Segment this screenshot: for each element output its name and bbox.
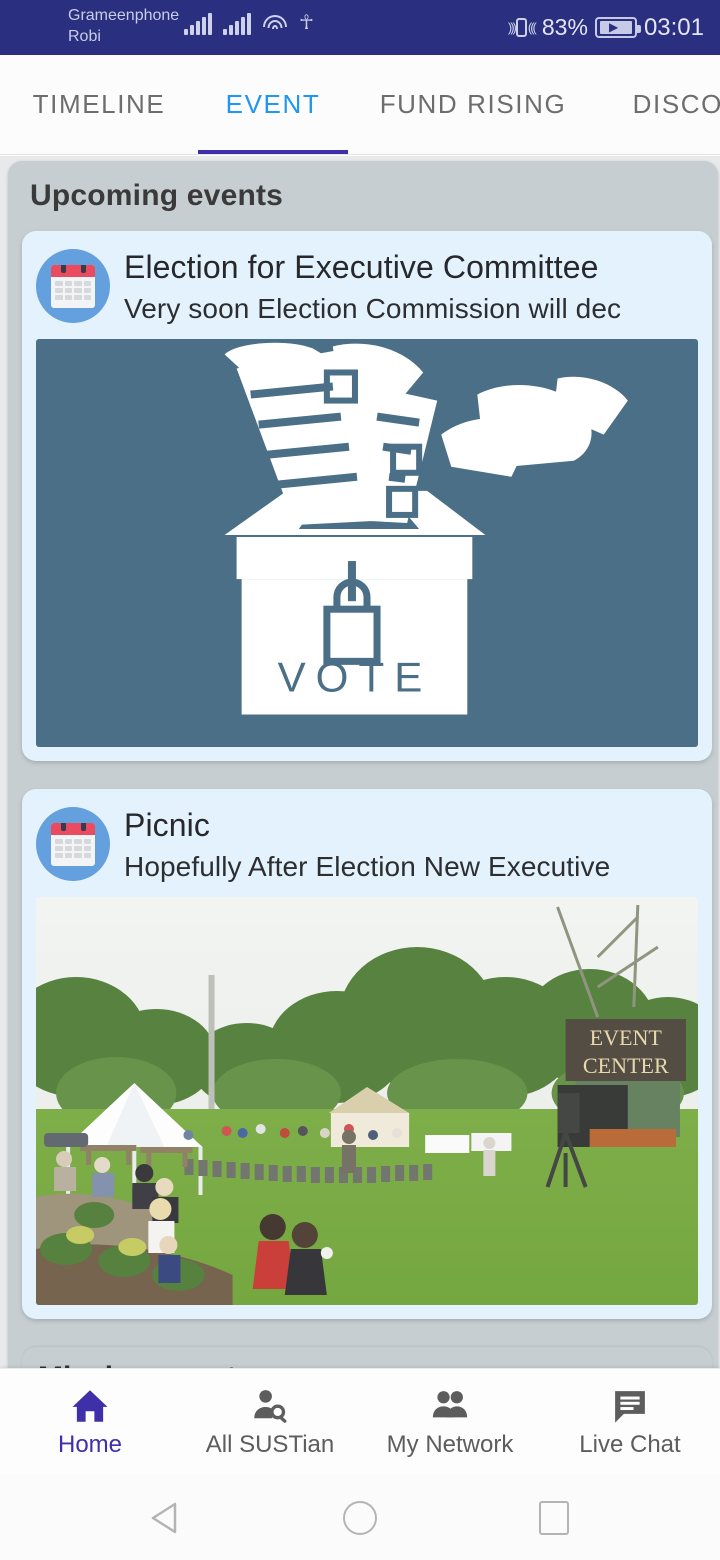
bottom-navigation: Home All SUSTian My Network Live Chat [0,1368,720,1475]
calendar-icon [36,807,110,881]
event-header: Election for Executive Committee Very so… [22,231,712,339]
vote-ballot-illustration: VOTE [36,339,698,747]
battery-charging-icon: ▶ [594,17,641,38]
missing-events-section[interactable]: Missing events [22,1347,712,1368]
upcoming-events-section: Upcoming events Election for Executive C… [8,161,718,1368]
chat-bubble-icon [607,1385,653,1427]
nav-item-my-network[interactable]: My Network [360,1385,540,1459]
status-bar: Grameenphone Robi ☥ )))((( 83% ▶ 03:01 [0,0,720,55]
nav-label-live-chat: Live Chat [579,1431,681,1458]
event-media-vote[interactable]: VOTE [36,339,698,747]
nav-label-my-network: My Network [386,1431,514,1458]
event-card-election[interactable]: Election for Executive Committee Very so… [22,231,712,761]
carrier-line-2: Robi [68,28,101,45]
status-right-group: )))((( 83% ▶ 03:01 [508,0,704,55]
wifi-icon [262,13,288,35]
person-search-icon [247,1385,293,1427]
signal-bars-icon [184,13,212,35]
nav-label-home: Home [57,1431,123,1458]
status-icons: ☥ [184,12,314,35]
event-title: Picnic [124,807,210,843]
people-icon [427,1385,473,1427]
android-system-nav [0,1475,720,1560]
tab-fund-rising[interactable]: FUND RISING [348,55,598,154]
tab-event[interactable]: EVENT [198,55,348,154]
event-header: Picnic Hopefully After Election New Exec… [22,789,712,897]
carrier-names: Grameenphone Robi [68,5,179,47]
event-subtitle: Hopefully After Election New Executive [124,851,611,882]
content-scroll-area[interactable]: Upcoming events Election for Executive C… [0,156,720,1368]
event-card-picnic[interactable]: Picnic Hopefully After Election New Exec… [22,789,712,1319]
nav-item-all-sustian[interactable]: All SUSTian [180,1385,360,1459]
tab-timeline[interactable]: TIMELINE [0,55,198,154]
event-subtitle: Very soon Election Commission will dec [124,293,622,324]
vibrate-icon: )))((( [507,18,537,37]
carrier-line-1: Grameenphone [68,7,180,24]
signal-bars-icon-2 [223,13,251,35]
next-section-title: Missing events [38,1361,712,1368]
home-circle-icon[interactable] [338,1496,382,1540]
usb-icon: ☥ [299,12,314,34]
status-clock: 03:01 [643,13,704,41]
nav-item-home[interactable]: Home [0,1385,180,1459]
battery-percent: 83% [541,14,588,40]
picnic-photo: EVENT CENTER [36,897,698,1305]
back-triangle-icon[interactable] [144,1496,188,1540]
tab-discussion[interactable]: DISCOU [598,55,720,154]
recents-square-icon[interactable] [532,1496,576,1540]
tab-bar: TIMELINE EVENT FUND RISING DISCOU [0,55,720,155]
home-icon [67,1385,113,1427]
event-title: Election for Executive Committee [124,249,599,285]
nav-item-live-chat[interactable]: Live Chat [540,1385,720,1459]
calendar-icon [36,249,110,323]
event-media-picnic[interactable]: EVENT CENTER [36,897,698,1305]
vote-caption: VOTE [278,653,433,700]
section-title: Upcoming events [30,179,284,212]
nav-label-all-sustian: All SUSTian [205,1431,335,1458]
